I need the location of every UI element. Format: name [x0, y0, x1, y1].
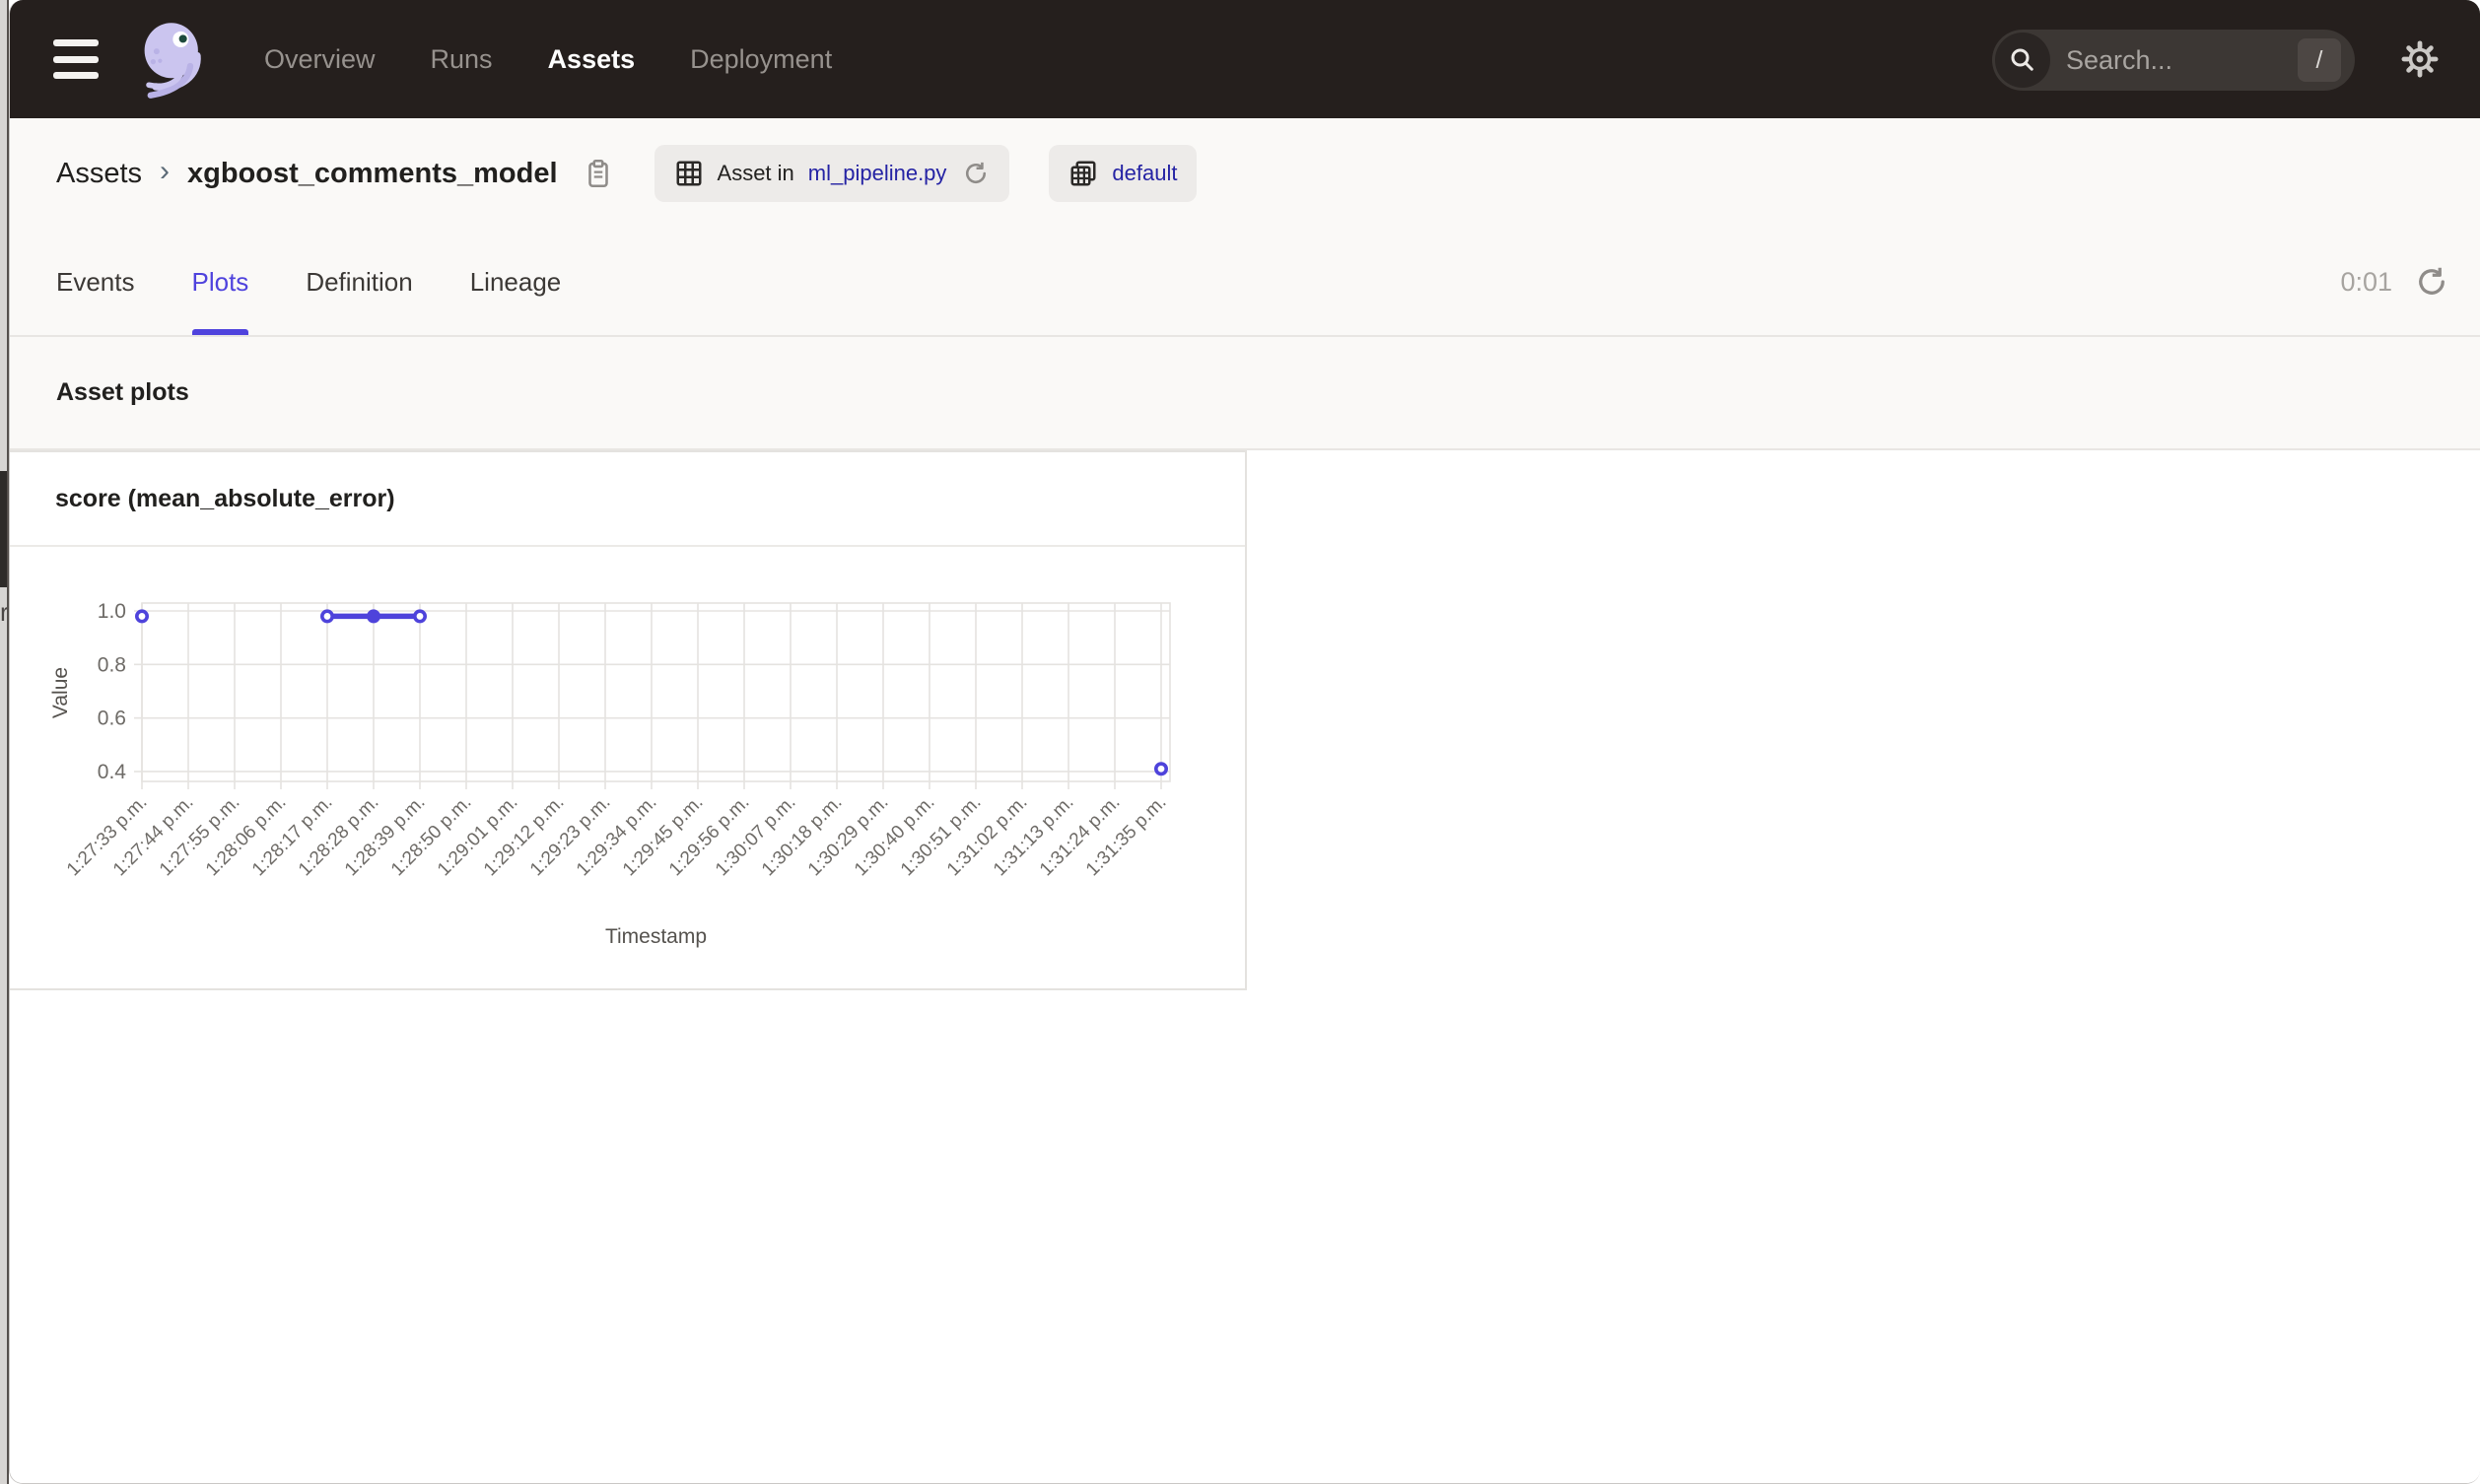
content-area: score (mean_absolute_error) 1:27:33 p.m.… [10, 450, 2480, 1483]
nav-item-deployment[interactable]: Deployment [690, 44, 832, 75]
tag-link-ml_pipeline.py[interactable]: ml_pipeline.py [808, 161, 947, 186]
asset-tag-default[interactable]: default [1049, 145, 1198, 202]
y-tick-label: 0.8 [98, 653, 126, 676]
background-window-dark-region [0, 471, 7, 587]
data-point[interactable] [135, 609, 150, 624]
reload-code-location-icon[interactable] [962, 160, 990, 187]
line-chart: 1:27:33 p.m. 1:27:44 p.m. 1:27:55 p.m. 1:28… [10, 549, 1245, 990]
y-axis-title: Value [49, 667, 72, 718]
dagster-octopus-logo[interactable] [128, 18, 211, 101]
tabs-row: Events Plots Definition Lineage 0:01 [10, 229, 2480, 337]
plot-card: score (mean_absolute_error) 1:27:33 p.m.… [10, 450, 1247, 990]
y-tick-label: 0.4 [98, 761, 127, 783]
table-stack-icon [1070, 161, 1096, 186]
hamburger-icon[interactable] [53, 39, 99, 79]
data-point[interactable] [367, 609, 380, 624]
table-grid-icon [676, 161, 702, 186]
tab-events[interactable]: Events [56, 229, 135, 335]
refresh-countdown: 0:01 [2340, 266, 2392, 297]
tag-prefix-text: Asset in [717, 161, 794, 185]
search-input[interactable]: Search... / [1992, 30, 2355, 91]
y-tick-label: 0.6 [98, 708, 126, 730]
data-point[interactable] [319, 609, 334, 624]
screen: r Overview Runs Assets Deployment Search… [0, 0, 2480, 1484]
background-window-text-fragment: r [0, 597, 7, 627]
y-tick-label: 1.0 [98, 600, 126, 623]
tab-lineage[interactable]: Lineage [470, 229, 562, 335]
auto-refresh: 0:01 [2340, 229, 2449, 335]
asset-name-title: xgboost_comments_model [187, 157, 558, 189]
section-heading: Asset plots [56, 378, 189, 406]
top-navigation-bar: Overview Runs Assets Deployment Search... / [10, 0, 2480, 118]
plot-border [141, 602, 1171, 782]
search-shortcut-key: / [2298, 38, 2341, 82]
asset-tags: Asset in ml_pipeline.py default [654, 145, 1198, 202]
data-point[interactable] [1154, 762, 1169, 776]
nav-item-assets[interactable]: Assets [548, 44, 636, 75]
gear-icon[interactable] [2398, 37, 2442, 81]
plot-card-header: score (mean_absolute_error) [10, 452, 1245, 547]
x-axis-title: Timestamp [605, 925, 707, 948]
tab-bar: Events Plots Definition Lineage [56, 229, 561, 335]
data-point[interactable] [412, 609, 427, 624]
breadcrumb-separator: › [160, 155, 171, 187]
app-window: Overview Runs Assets Deployment Search... / [9, 0, 2480, 1484]
asset-plots-band: Asset plots [10, 337, 2480, 450]
breadcrumb: Assets › xgboost_comments_model [56, 155, 615, 190]
tab-plots[interactable]: Plots [191, 229, 248, 335]
plot-title: score (mean_absolute_error) [55, 484, 395, 512]
breadcrumb-assets-link[interactable]: Assets [56, 158, 142, 190]
asset-header-row: Assets › xgboost_comments_model Asset in… [10, 118, 2480, 329]
tag-link-default[interactable]: default [1112, 161, 1177, 186]
copy-icon[interactable] [582, 157, 615, 190]
nav-item-overview[interactable]: Overview [264, 44, 376, 75]
search-icon [1995, 33, 2050, 88]
background-window-sliver: r [0, 0, 9, 1484]
search-placeholder: Search... [2066, 44, 2173, 75]
tab-definition[interactable]: Definition [306, 229, 412, 335]
primary-nav: Overview Runs Assets Deployment [264, 44, 832, 75]
asset-tag-ml_pipeline.py[interactable]: Asset in ml_pipeline.py [654, 145, 1010, 202]
refresh-icon[interactable] [2414, 264, 2449, 300]
nav-item-runs[interactable]: Runs [431, 44, 493, 75]
